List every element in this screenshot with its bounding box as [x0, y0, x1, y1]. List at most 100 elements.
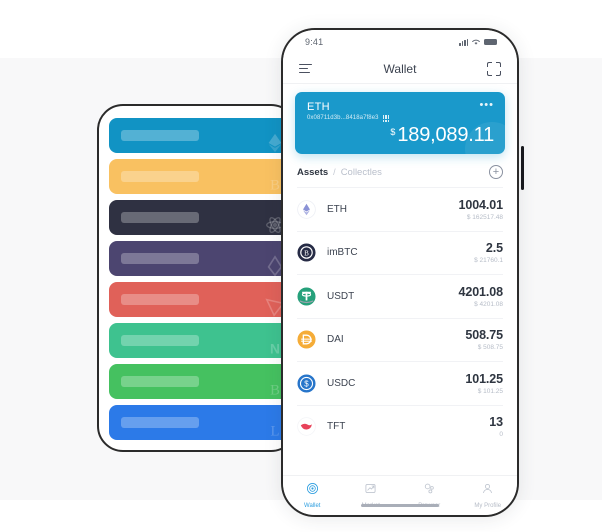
asset-row[interactable]: BimBTC 2.5 $ 21760.1	[297, 230, 503, 275]
coin-card[interactable]: B	[109, 364, 291, 399]
card-placeholder-bar	[121, 212, 199, 223]
tether-icon	[297, 287, 316, 306]
asset-values: 1004.01 $ 162517.48	[459, 198, 504, 221]
qr-code-icon[interactable]	[382, 115, 390, 122]
tab-collectibles[interactable]: Collectles	[341, 167, 382, 178]
tab-my-profile[interactable]: My Profile	[459, 482, 518, 509]
svg-text:B: B	[270, 383, 280, 399]
home-indicator	[361, 503, 439, 507]
battery-icon	[484, 38, 497, 46]
asset-row[interactable]: DAI 508.75 $ 508.75	[297, 317, 503, 362]
market-icon	[364, 482, 377, 500]
asset-amount: 508.75	[465, 328, 503, 343]
add-circle-icon[interactable]: +	[489, 165, 503, 179]
wallet-icon	[306, 482, 319, 500]
card-placeholder-bar	[121, 417, 199, 428]
wallet-phone: 9:41 Wallet ETH 0x08711d3b...8418a7f8e3 …	[281, 28, 519, 517]
wifi-icon	[472, 39, 480, 45]
card-placeholder-bar	[121, 376, 199, 387]
asset-symbol: DAI	[327, 334, 344, 346]
bottom-tab-bar: WalletMarketBrowserMy Profile	[283, 475, 517, 515]
asset-symbol: TFT	[327, 421, 346, 433]
card-stack-phone: B N B L	[97, 104, 297, 452]
card-placeholder-bar	[121, 335, 199, 346]
tab-assets[interactable]: Assets	[297, 167, 328, 178]
asset-list: ETH 1004.01 $ 162517.48 BimBTC 2.5 $ 21760.1 U…	[283, 187, 517, 475]
asset-row[interactable]: USDT 4201.08 $ 4201.08	[297, 274, 503, 318]
balance-amount: 189,089.11	[397, 124, 494, 146]
card-placeholder-bar	[121, 253, 199, 264]
card-placeholder-bar	[121, 171, 199, 182]
svg-text:B: B	[270, 178, 280, 194]
tab-wallet[interactable]: Wallet	[283, 482, 342, 509]
menu-icon[interactable]	[299, 63, 313, 74]
card-stack: B N B L	[109, 118, 291, 440]
asset-amount: 4201.08	[458, 284, 504, 299]
more-options-icon[interactable]: •••	[479, 100, 494, 111]
coin-card[interactable]: L	[109, 405, 291, 440]
asset-values: 13 0	[489, 415, 503, 438]
balance-card[interactable]: ETH 0x08711d3b...8418a7f8e3 ••• $ 189,08…	[295, 92, 505, 154]
asset-amount: 101.25	[465, 371, 503, 386]
balance-symbol: ETH	[307, 101, 330, 113]
page-title: Wallet	[383, 61, 417, 76]
balance-amount-group: $ 189,089.11	[390, 124, 494, 147]
asset-fiat-value: $ 508.75	[477, 344, 503, 352]
asset-values: 4201.08 $ 4201.08	[459, 285, 504, 308]
status-icons	[459, 38, 497, 46]
svg-text:N: N	[270, 342, 280, 357]
asset-values: 508.75 $ 508.75	[465, 328, 503, 351]
tab-label: Wallet	[304, 503, 321, 509]
svg-text:$: $	[304, 379, 309, 388]
asset-fiat-value: $ 101.25	[477, 387, 503, 395]
svg-text:L: L	[271, 424, 280, 440]
asset-fiat-value: 0	[499, 431, 503, 439]
asset-fiat-value: $ 21760.1	[474, 257, 503, 265]
asset-row[interactable]: $ USDC 101.25 $ 101.25	[297, 361, 503, 405]
profile-icon	[481, 482, 494, 500]
cellular-signal-icon	[459, 38, 468, 46]
svg-text:B: B	[304, 250, 309, 258]
screenshot-stage: B N B L 9:41 Wallet ETH 0x08711d3b...8418a7…	[0, 0, 602, 532]
asset-symbol: imBTC	[327, 247, 358, 259]
phone-side-button[interactable]	[521, 146, 524, 190]
asset-symbol: USDT	[327, 290, 355, 302]
asset-fiat-value: $ 162517.48	[466, 213, 503, 221]
nav-bar: Wallet	[283, 54, 517, 84]
phone-screen: 9:41 Wallet ETH 0x08711d3b...8418a7f8e3 …	[283, 30, 517, 515]
wallet-address: 0x08711d3b...8418a7f8e3	[307, 115, 379, 122]
asset-amount: 2.5	[485, 241, 503, 256]
asset-fiat-value: $ 4201.08	[474, 300, 503, 308]
balance-card-wrap: ETH 0x08711d3b...8418a7f8e3 ••• $ 189,08…	[283, 84, 517, 154]
coin-card[interactable]	[109, 241, 291, 276]
card-placeholder-bar	[121, 294, 199, 305]
status-time: 9:41	[305, 37, 324, 47]
asset-row[interactable]: ETH 1004.01 $ 162517.48	[297, 187, 503, 231]
asset-values: 2.5 $ 21760.1	[474, 241, 503, 264]
dai-icon	[297, 330, 316, 349]
coin-card[interactable]: B	[109, 159, 291, 194]
ethereum-icon	[297, 199, 316, 219]
asset-symbol: ETH	[327, 203, 347, 215]
usd-coin-icon: $	[297, 374, 316, 393]
coin-card[interactable]	[109, 282, 291, 317]
coin-card[interactable]	[109, 200, 291, 235]
asset-values: 101.25 $ 101.25	[465, 372, 503, 395]
tft-bird-icon	[297, 417, 316, 437]
asset-row[interactable]: TFT 13 0	[297, 404, 503, 449]
assets-header: Assets / Collectles +	[283, 154, 517, 187]
browser-icon	[423, 482, 436, 500]
tab-label: My Profile	[474, 503, 502, 509]
scan-qr-icon[interactable]	[487, 61, 501, 76]
tab-separator: /	[333, 166, 336, 177]
asset-symbol: USDC	[327, 377, 356, 389]
status-bar: 9:41	[283, 30, 517, 54]
card-placeholder-bar	[121, 130, 199, 141]
assets-tabs: Assets / Collectles	[297, 167, 382, 178]
currency-symbol: $	[390, 127, 396, 137]
coin-card[interactable]: N	[109, 323, 291, 358]
balance-address-row[interactable]: 0x08711d3b...8418a7f8e3	[307, 115, 493, 122]
coin-card[interactable]	[109, 118, 291, 153]
asset-amount: 1004.01	[458, 197, 504, 212]
imbtc-icon: B	[297, 243, 316, 262]
